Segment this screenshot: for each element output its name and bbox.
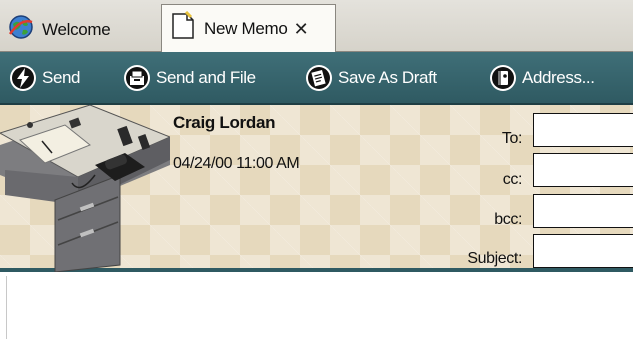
send-and-file-button[interactable]: Send and File — [122, 63, 292, 93]
send-and-file-label: Send and File — [156, 67, 256, 87]
send-label: Send — [42, 67, 81, 87]
desk-illustration — [0, 105, 170, 272]
send-button[interactable]: Send — [8, 63, 110, 93]
memo-toolbar: Send Send and File Save As Draft Address… — [0, 52, 633, 105]
cc-label: cc: — [502, 171, 523, 188]
to-label: To: — [501, 130, 523, 147]
sent-date: 04/24/00 11:00 AM — [173, 155, 300, 172]
save-as-draft-button[interactable]: Save As Draft — [304, 63, 476, 93]
tab-new-memo-label: New Memo — [204, 18, 288, 38]
cc-field[interactable] — [533, 153, 633, 187]
save-as-draft-label: Save As Draft — [338, 67, 437, 87]
body-left-border — [6, 276, 7, 339]
address-book-icon — [488, 63, 518, 93]
subject-label: Subject: — [467, 250, 522, 267]
address-label: Address... — [522, 67, 595, 87]
address-button[interactable]: Address... — [488, 63, 595, 93]
tab-strip: Welcome New Memo ✕ — [0, 0, 633, 52]
to-field[interactable] — [533, 113, 633, 147]
draft-document-icon — [304, 63, 334, 93]
sender-name: Craig Lordan — [173, 113, 276, 132]
tab-new-memo[interactable]: New Memo ✕ — [161, 4, 336, 52]
lightning-bolt-icon — [8, 63, 38, 93]
tab-welcome-label: Welcome — [42, 19, 111, 39]
memo-page-icon — [170, 10, 196, 46]
globe-icon — [8, 14, 34, 45]
bcc-label: bcc: — [494, 211, 522, 228]
bcc-field[interactable] — [533, 194, 633, 228]
file-cabinet-icon — [122, 63, 152, 93]
close-tab-icon[interactable]: ✕ — [294, 20, 309, 38]
subject-field[interactable] — [533, 234, 633, 268]
memo-header: Craig Lordan 04/24/00 11:00 AM To: cc: b… — [0, 105, 633, 272]
tab-welcome[interactable]: Welcome — [4, 7, 154, 52]
memo-body-editor[interactable] — [0, 276, 633, 339]
